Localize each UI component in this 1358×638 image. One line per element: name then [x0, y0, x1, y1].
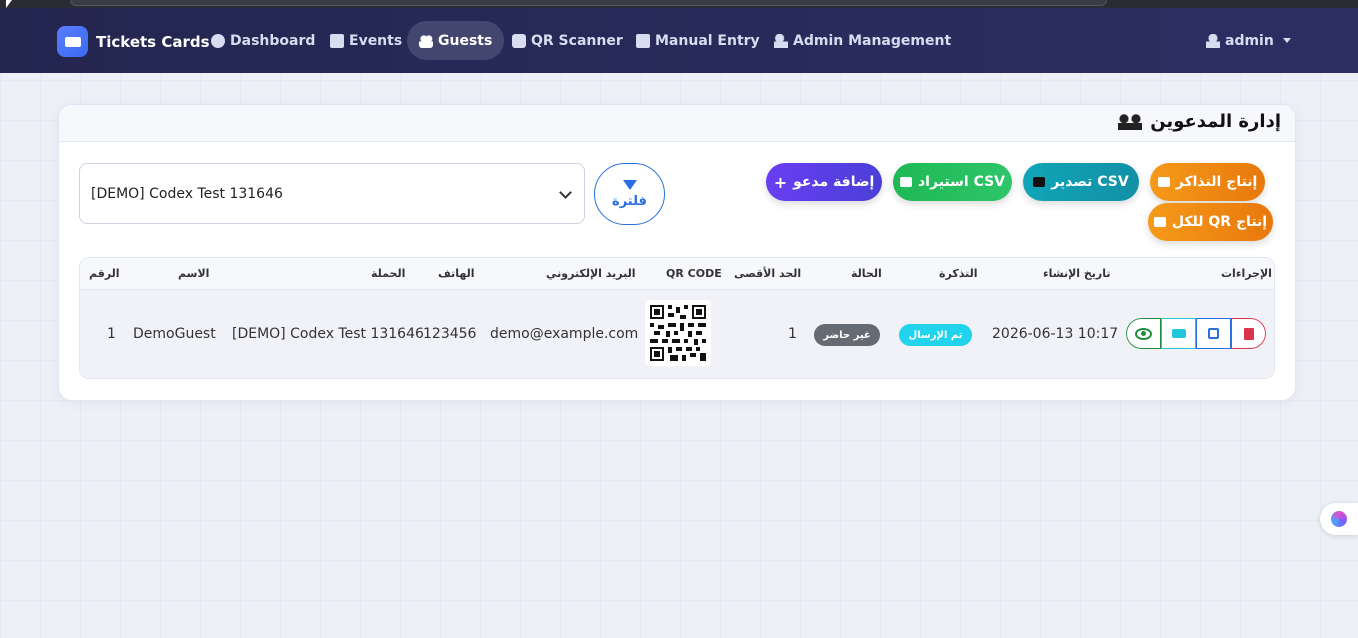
header-campaign: الحملة: [371, 267, 406, 280]
import-csv-label: CSV استيراد: [918, 174, 1006, 190]
user-icon: [1206, 33, 1220, 48]
nav-manual-entry[interactable]: Manual Entry: [624, 21, 772, 60]
eye-icon: [1135, 327, 1152, 340]
brand-name: Tickets Cards: [96, 32, 210, 51]
dashboard-icon: [211, 33, 225, 48]
caret-down-icon: [1282, 38, 1291, 43]
qr-code-image: [650, 305, 706, 361]
filter-icon: [622, 179, 637, 190]
ticket-icon: [1171, 329, 1186, 338]
nav-qr-scanner[interactable]: QR Scanner: [500, 21, 635, 60]
guests-card: إدارة المدعوين [DEMO] Codex Test 131646 …: [58, 104, 1296, 401]
export-csv-button[interactable]: CSV تصدير: [1023, 163, 1139, 201]
nav-dashboard-label: Dashboard: [230, 32, 316, 49]
nav-guests[interactable]: Guests: [407, 21, 505, 60]
header-qr: QR CODE: [666, 267, 722, 280]
nav-guests-label: Guests: [438, 32, 493, 49]
page-title-text: إدارة المدعوين: [1150, 111, 1281, 132]
user-name: admin: [1225, 32, 1274, 49]
header-ticket: التذكرة: [939, 267, 978, 280]
ai-assistant-button[interactable]: [1320, 503, 1358, 535]
brand[interactable]: Tickets Cards: [57, 26, 210, 57]
campaign-select-value: [DEMO] Codex Test 131646: [91, 185, 283, 202]
header-max: الحد الأقصى: [734, 267, 802, 280]
nav-admin-management-label: Admin Management: [793, 32, 952, 49]
calendar-icon: [330, 33, 344, 48]
trash-icon: [1243, 327, 1254, 340]
add-guest-button[interactable]: إضافة مدعو +: [766, 163, 882, 201]
ticket-sent-badge: تم الإرسال: [899, 324, 972, 346]
mouse-cursor: [6, 0, 12, 8]
table-header: الرقم الاسم الحملة الهاتف البريد الإلكتر…: [80, 258, 1274, 290]
file-import-icon: [900, 177, 912, 187]
nav-dashboard[interactable]: Dashboard: [199, 21, 327, 60]
generate-qr-all-button[interactable]: إنتاج QR للكل: [1148, 203, 1273, 241]
view-button[interactable]: [1126, 318, 1161, 349]
export-csv-label: CSV تصدير: [1051, 174, 1129, 190]
send-ticket-button[interactable]: [1161, 318, 1196, 349]
cell-phone: 123456: [423, 326, 477, 342]
cell-max: 1: [788, 326, 797, 342]
nav-events-label: Events: [349, 32, 403, 49]
file-export-icon: [1033, 177, 1046, 187]
status-badge: غير حاضر: [814, 324, 880, 346]
campaign-select[interactable]: [DEMO] Codex Test 131646: [79, 163, 585, 224]
add-guest-label: إضافة مدعو: [793, 174, 875, 190]
address-bar[interactable]: [70, 0, 1107, 6]
header-name: الاسم: [178, 267, 210, 280]
browser-top-strip: [0, 0, 1358, 8]
table-row: 1 DemoGuest [DEMO] Codex Test 131646 123…: [80, 290, 1274, 378]
delete-button[interactable]: [1231, 318, 1266, 349]
guest-qr-code[interactable]: [645, 300, 711, 366]
qrcode-icon: [1153, 217, 1166, 227]
generate-tickets-button[interactable]: إنتاج التذاكر: [1150, 163, 1265, 201]
edit-icon: [1208, 328, 1219, 339]
navbar: Tickets Cards Dashboard Events Guests QR…: [0, 8, 1358, 73]
ticket-icon: [1157, 177, 1170, 187]
header-actions: الإجراءات: [1221, 267, 1272, 280]
camera-icon: [512, 33, 526, 48]
card-header: إدارة المدعوين: [59, 105, 1295, 142]
users-icon: [419, 33, 433, 48]
plus-icon: +: [773, 172, 788, 192]
brain-icon: [1331, 511, 1347, 527]
user-menu[interactable]: admin: [1194, 21, 1303, 60]
keyboard-icon: [636, 33, 650, 48]
cell-created: 2026-06-13 10:17: [992, 326, 1119, 342]
edit-button[interactable]: [1196, 318, 1231, 349]
filter-button-label: فلترة: [612, 193, 647, 209]
cell-name: DemoGuest: [133, 326, 216, 342]
nav-qr-scanner-label: QR Scanner: [531, 32, 623, 49]
filter-button[interactable]: فلترة: [594, 163, 665, 225]
user-cog-icon: [774, 33, 788, 48]
users-icon: [1118, 113, 1143, 130]
header-phone: الهاتف: [438, 267, 475, 280]
ticket-logo-icon: [57, 26, 88, 57]
header-created: تاريخ الإنشاء: [1043, 267, 1111, 280]
header-index: الرقم: [89, 267, 120, 280]
chevron-down-icon: [559, 186, 572, 199]
generate-tickets-label: إنتاج التذاكر: [1175, 174, 1258, 190]
guests-table: الرقم الاسم الحملة الهاتف البريد الإلكتر…: [79, 257, 1275, 379]
row-actions: [1126, 318, 1266, 349]
cell-email: demo@example.com: [490, 326, 639, 342]
nav-admin-management[interactable]: Admin Management: [762, 21, 963, 60]
header-email: البريد الإلكتروني: [546, 267, 636, 280]
cell-index: 1: [107, 326, 116, 342]
generate-qr-all-label: إنتاج QR للكل: [1171, 214, 1268, 230]
header-status: الحالة: [851, 267, 882, 280]
nav-manual-entry-label: Manual Entry: [655, 32, 760, 49]
page-title: إدارة المدعوين: [1118, 111, 1281, 132]
nav-events[interactable]: Events: [318, 21, 414, 60]
cell-campaign: [DEMO] Codex Test 131646: [232, 326, 424, 342]
import-csv-button[interactable]: CSV استيراد: [893, 163, 1012, 201]
